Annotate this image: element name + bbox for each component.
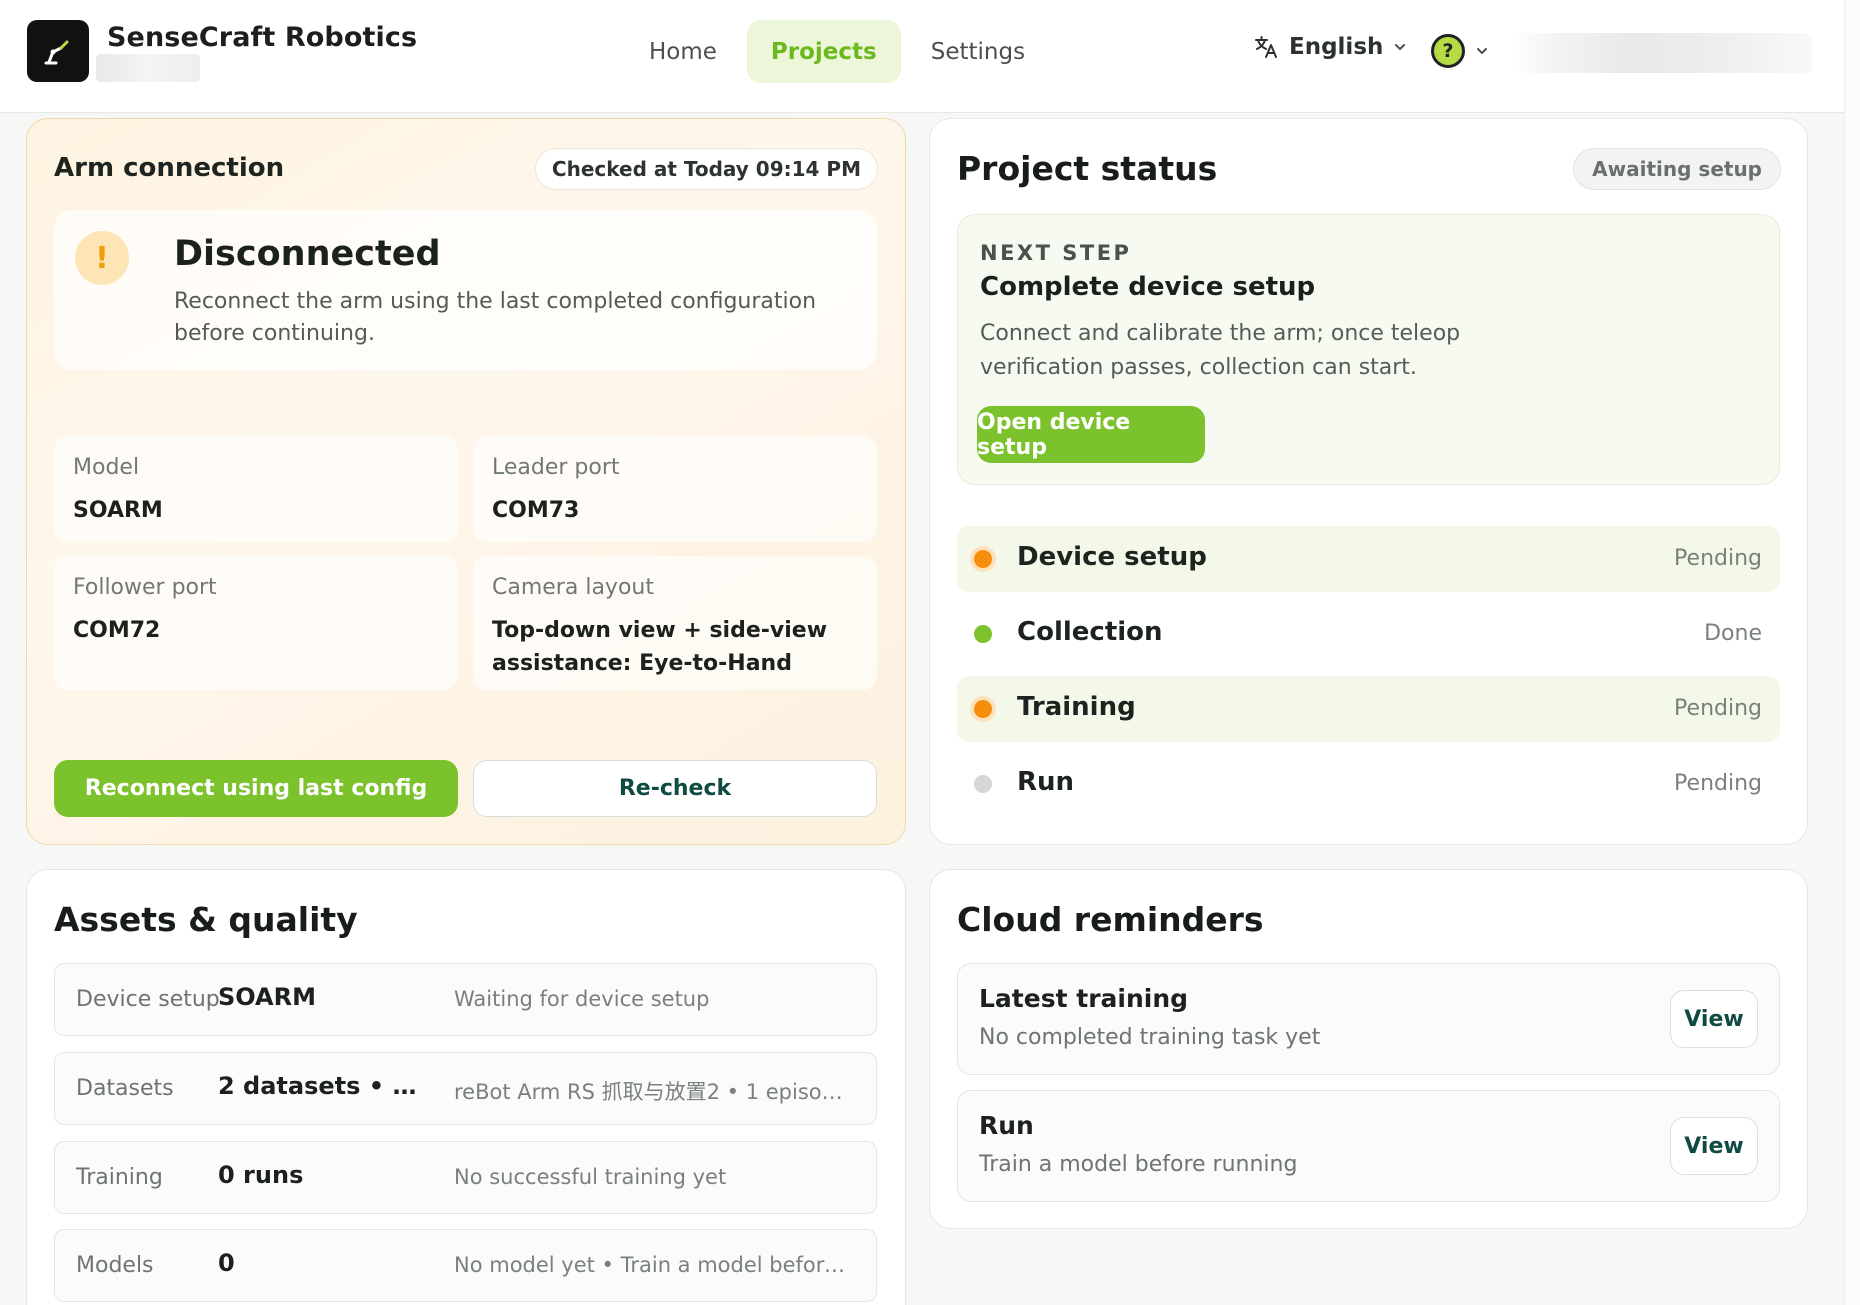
open-device-setup-button[interactable]: Open device setup xyxy=(977,406,1205,463)
next-step-panel: NEXT STEP Complete device setup Connect … xyxy=(957,214,1780,485)
warning-icon: ! xyxy=(75,231,129,285)
user-account-blurred[interactable] xyxy=(1512,33,1812,73)
step-training[interactable]: Training Pending xyxy=(957,676,1780,742)
step-device-setup[interactable]: Device setup Pending xyxy=(957,526,1780,592)
asset-label: Device setup xyxy=(76,987,220,1012)
leader-port-field: Leader port COM73 xyxy=(473,436,877,542)
camera-layout-label: Camera layout xyxy=(492,575,654,600)
asset-note: No model yet • Train a model before runn… xyxy=(454,1253,854,1277)
asset-row-datasets[interactable]: Datasets 2 datasets • 6 episodes reBot A… xyxy=(54,1052,877,1125)
translate-icon xyxy=(1255,36,1277,58)
asset-row-models[interactable]: Models 0 No model yet • Train a model be… xyxy=(54,1229,877,1302)
next-step-eyebrow: NEXT STEP xyxy=(980,241,1132,265)
assets-quality-card: Assets & quality Device setup SOARM Wait… xyxy=(26,869,906,1305)
view-run-button[interactable]: View xyxy=(1670,1117,1758,1175)
asset-row-device-setup[interactable]: Device setup SOARM Waiting for device se… xyxy=(54,963,877,1036)
robot-arm-icon xyxy=(44,40,69,65)
help-icon: ? xyxy=(1431,34,1465,68)
asset-note: Waiting for device setup xyxy=(454,987,710,1011)
reminder-description: Train a model before running xyxy=(979,1152,1298,1177)
follower-port-field: Follower port COM72 xyxy=(54,556,458,690)
status-dot-inactive xyxy=(974,775,992,793)
asset-value: SOARM xyxy=(218,983,316,1011)
step-name: Collection xyxy=(1017,617,1163,647)
arm-connection-card: Arm connection Checked at Today 09:14 PM… xyxy=(26,118,906,845)
disconnected-alert: ! Disconnected Reconnect the arm using t… xyxy=(54,210,877,370)
language-label: English xyxy=(1289,34,1384,60)
reminder-run: Run Train a model before running View xyxy=(957,1090,1780,1202)
status-badge: Awaiting setup xyxy=(1573,148,1781,190)
status-dot-done xyxy=(974,625,992,643)
camera-layout-value: Top-down view + side-view assistance: Ey… xyxy=(492,618,828,676)
step-run[interactable]: Run Pending xyxy=(957,751,1780,817)
step-name: Device setup xyxy=(1017,542,1207,572)
asset-row-training[interactable]: Training 0 runs No successful training y… xyxy=(54,1141,877,1214)
step-state: Pending xyxy=(1674,696,1762,721)
project-status-card: Project status Awaiting setup NEXT STEP … xyxy=(929,118,1808,845)
asset-value: 0 runs xyxy=(218,1161,304,1189)
recheck-button[interactable]: Re-check xyxy=(473,760,877,817)
project-status-title: Project status xyxy=(957,149,1218,188)
leader-port-label: Leader port xyxy=(492,455,620,480)
step-name: Run xyxy=(1017,767,1075,797)
model-label: Model xyxy=(73,455,140,480)
chevron-down-icon xyxy=(1477,48,1487,55)
nav-home[interactable]: Home xyxy=(625,20,741,83)
alert-title: Disconnected xyxy=(174,234,441,274)
language-selector[interactable]: English xyxy=(1253,34,1407,60)
nav-settings[interactable]: Settings xyxy=(907,20,1049,83)
assets-title: Assets & quality xyxy=(54,900,358,939)
chevron-down-icon xyxy=(1395,44,1406,51)
main-nav: Home Projects Settings xyxy=(625,20,1049,83)
step-state: Pending xyxy=(1674,771,1762,796)
help-menu[interactable]: ? xyxy=(1431,34,1489,68)
cloud-reminders-card: Cloud reminders Latest training No compl… xyxy=(929,869,1808,1229)
brand-subtitle-blurred xyxy=(96,54,200,82)
cloud-title: Cloud reminders xyxy=(957,900,1264,939)
page-scrollbar[interactable] xyxy=(1844,0,1860,1305)
step-name: Training xyxy=(1017,692,1136,722)
reminder-latest-training: Latest training No completed training ta… xyxy=(957,963,1780,1075)
next-step-title: Complete device setup xyxy=(980,272,1316,302)
status-dot-pending xyxy=(974,700,992,718)
reconnect-button[interactable]: Reconnect using last config xyxy=(54,760,458,817)
asset-note: No successful training yet xyxy=(454,1165,727,1189)
checked-timestamp-badge: Checked at Today 09:14 PM xyxy=(534,148,878,190)
asset-label: Datasets xyxy=(76,1076,174,1101)
follower-port-label: Follower port xyxy=(73,575,217,600)
status-dot-pending xyxy=(974,550,992,568)
step-state: Done xyxy=(1704,621,1762,646)
brand-logo[interactable] xyxy=(27,20,89,82)
brand-title: SenseCraft Robotics xyxy=(107,22,418,53)
arm-connection-title: Arm connection xyxy=(54,153,285,183)
model-field: Model SOARM xyxy=(54,436,458,542)
asset-label: Training xyxy=(76,1165,163,1190)
asset-label: Models xyxy=(76,1253,154,1278)
nav-projects[interactable]: Projects xyxy=(746,20,901,83)
reminder-description: No completed training task yet xyxy=(979,1025,1321,1050)
step-state: Pending xyxy=(1674,546,1762,571)
leader-port-value: COM73 xyxy=(492,498,580,523)
asset-value: 2 datasets • 6 episodes xyxy=(218,1072,428,1100)
asset-note: reBot Arm RS 抓取与放置2 • 1 episodes • 2 dat… xyxy=(454,1080,854,1104)
camera-layout-field: Camera layout Top-down view + side-view … xyxy=(473,556,877,690)
next-step-description: Connect and calibrate the arm; once tele… xyxy=(980,321,1461,380)
asset-value: 0 xyxy=(218,1249,235,1277)
follower-port-value: COM72 xyxy=(73,618,161,643)
step-collection[interactable]: Collection Done xyxy=(957,601,1780,667)
reminder-title: Latest training xyxy=(979,984,1189,1013)
alert-description: Reconnect the arm using the last complet… xyxy=(174,289,817,346)
view-training-button[interactable]: View xyxy=(1670,990,1758,1048)
reminder-title: Run xyxy=(979,1111,1034,1140)
model-value: SOARM xyxy=(73,498,163,523)
top-header: SenseCraft Robotics Home Projects Settin… xyxy=(0,0,1844,113)
